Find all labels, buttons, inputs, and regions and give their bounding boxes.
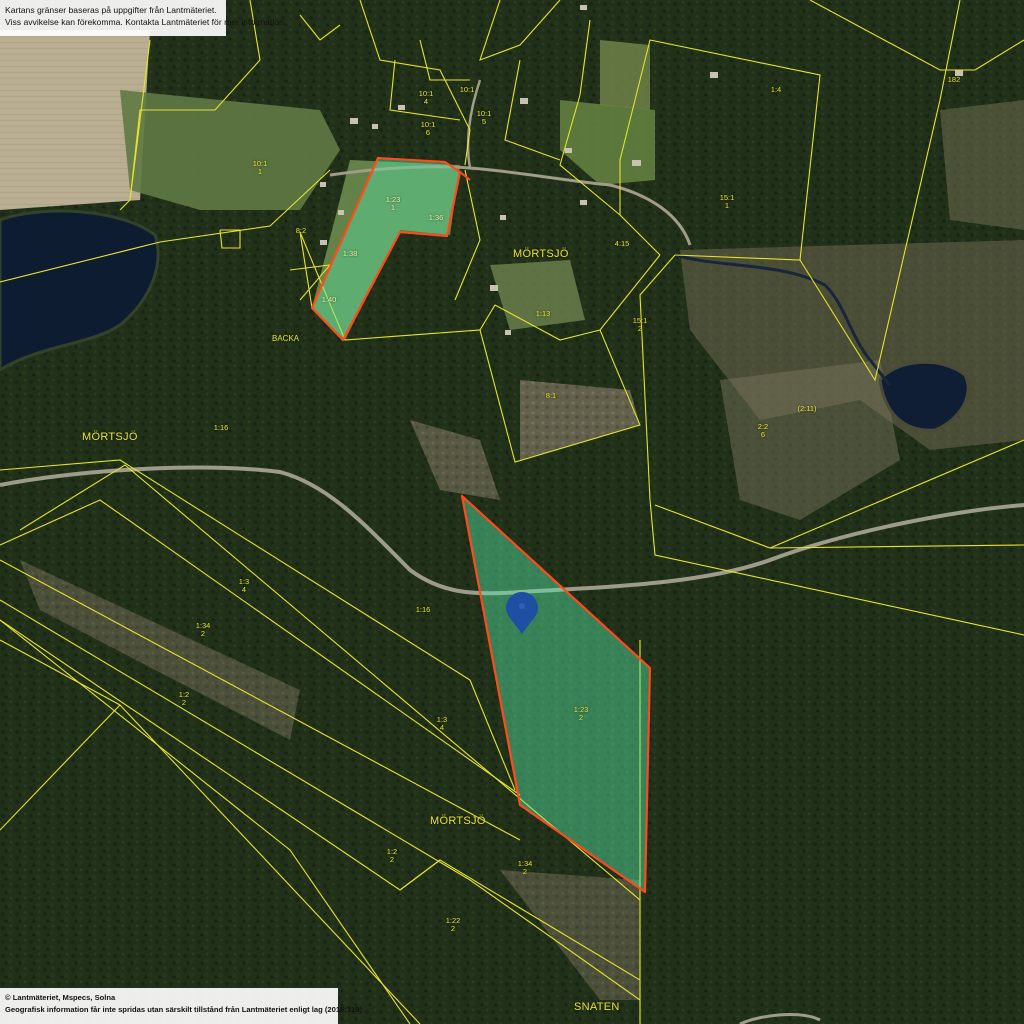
plot-label: 8:1 (545, 391, 557, 400)
plot-label: 1:4 (770, 85, 782, 94)
place-label-mortsjo-south: MÖRTSJÖ (430, 815, 486, 827)
copyright-line: © Lantmäteriet, Mspecs, Solna (5, 993, 116, 1002)
disclaimer-line: Viss avvikelse kan förekomma. Kontakta L… (5, 17, 287, 27)
plot-label: 10:1 6 (420, 120, 436, 137)
wetland-area (940, 100, 1024, 230)
plot-label: 1:36 (428, 213, 444, 222)
disclaimer-line: Kartans gränser baseras på uppgifter frå… (5, 5, 217, 15)
plot-label: 1:16 (213, 423, 229, 432)
plot-label: 182 (947, 75, 961, 84)
place-label-mortsjo-west: MÖRTSJÖ (82, 431, 138, 443)
property-map[interactable]: MÖRTSJÖ MÖRTSJÖ MÖRTSJÖ BACKA SNATEN 10:… (0, 0, 1024, 1024)
plot-label: 1:34 2 (195, 621, 211, 638)
meadow-field (600, 40, 650, 110)
plot-label: 8:2 (295, 226, 307, 235)
plot-label: 1:16 (415, 605, 431, 614)
plot-label: 1:22 2 (445, 916, 461, 933)
place-label-backa: BACKA (272, 334, 300, 343)
plot-label: 4:15 (614, 239, 630, 248)
place-label-snaten: SNATEN (574, 1001, 620, 1013)
plot-label: 10:1 4 (418, 89, 434, 106)
plot-label: 10:1 (459, 85, 475, 94)
plot-label: 10:1 1 (252, 159, 268, 176)
plot-label: 2:2 6 (757, 422, 769, 439)
plot-label: 1:40 (321, 295, 337, 304)
plot-label: 1:23 2 (573, 705, 589, 722)
place-label-mortsjo-north: MÖRTSJÖ (513, 248, 569, 260)
plot-label: 1:2 2 (386, 847, 398, 864)
copyright-notice: © Lantmäteriet, Mspecs, Solna Geografisk… (0, 988, 362, 1024)
plot-label: 1:3 4 (436, 715, 448, 732)
plot-label: 1:38 (342, 249, 358, 258)
plot-label: 1:2 2 (178, 690, 190, 707)
plot-label: 15:1 2 (632, 316, 648, 333)
plot-label: 10:1 5 (476, 109, 492, 126)
plot-label: 1:13 (535, 309, 551, 318)
plot-label: 15:1 1 (719, 193, 735, 210)
plot-label: 1:3 4 (238, 577, 250, 594)
boundary-disclaimer: Kartans gränser baseras på uppgifter frå… (0, 0, 287, 36)
plot-label: 1:23 1 (385, 195, 401, 212)
plot-label: (2:11) (797, 404, 817, 413)
plot-label: 1:34 2 (517, 859, 533, 876)
copyright-line: Geografisk information får inte spridas … (5, 1005, 362, 1014)
aerial-imagery (0, 0, 1024, 1024)
